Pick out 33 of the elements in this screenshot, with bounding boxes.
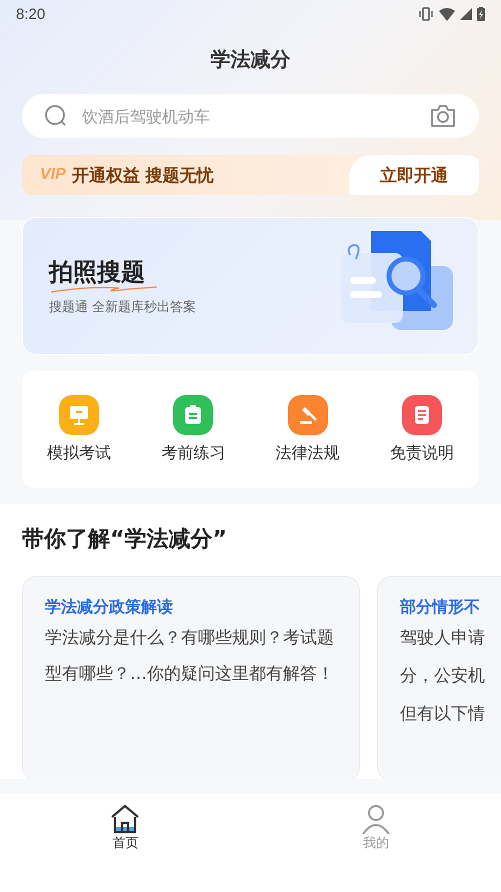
vibrate-icon [418, 7, 434, 21]
shortcut-item[interactable]: 考前练习 [143, 395, 244, 464]
vip-label: VIP [40, 166, 66, 184]
battery-icon [477, 7, 485, 21]
home-tab[interactable]: 首页 [85, 804, 166, 858]
vip-text: 开通权益 搜题无忧 [72, 164, 215, 186]
article-card[interactable]: 学法减分政策解读 学法减分是什么？有哪些规则？考试题型有哪些？…你的疑问这里都有解答！ [22, 576, 360, 781]
vip-banner[interactable]: VIP 开通权益 搜题无忧 立即开通 [22, 155, 479, 195]
wifi-icon [439, 8, 455, 20]
article-text: 学法减分是什么？有哪些规则？考试题型有哪些？…你的疑问这里都有解答！ [45, 627, 335, 686]
shortcut-item[interactable]: 法律法规 [258, 395, 358, 464]
signal-icon [460, 8, 472, 20]
article-text: 但有以下情 [400, 703, 486, 726]
search-bar[interactable]: 饮酒后驾驶机动车 [22, 94, 479, 138]
photo-search-title: 拍照搜题 [49, 257, 146, 288]
search-field[interactable]: 饮酒后驾驶机动车 [80, 106, 429, 126]
article-text: 驾驶人申请 [400, 627, 486, 650]
photo-search-subtitle: 搜题通 全新题库秒出答案 [49, 299, 196, 316]
article-card[interactable]: 部分情形不 驾驶人申请 分，公安机 但有以下情 [377, 576, 501, 781]
photo-search-card[interactable]: 拍照搜题 搜题通 全新题库秒出答案 [22, 217, 479, 355]
shortcut-item[interactable]: 免责说明 [372, 395, 472, 464]
shortcut-item[interactable]: 模拟考试 [29, 395, 130, 464]
camera-icon[interactable] [429, 104, 457, 128]
open-vip-button[interactable]: 立即开通 [349, 155, 479, 195]
article-title: 学法减分政策解读 [45, 597, 174, 618]
section-title: 带你了解“学法减分” [22, 526, 228, 554]
home-icon [109, 804, 142, 834]
status-time: 8:20 [16, 6, 46, 22]
article-text: 分，公安机 [400, 665, 486, 688]
article-title: 部分情形不 [400, 597, 481, 618]
search-icon [44, 104, 68, 128]
page-title: 学法减分 [210, 46, 292, 73]
user-icon [360, 804, 392, 834]
